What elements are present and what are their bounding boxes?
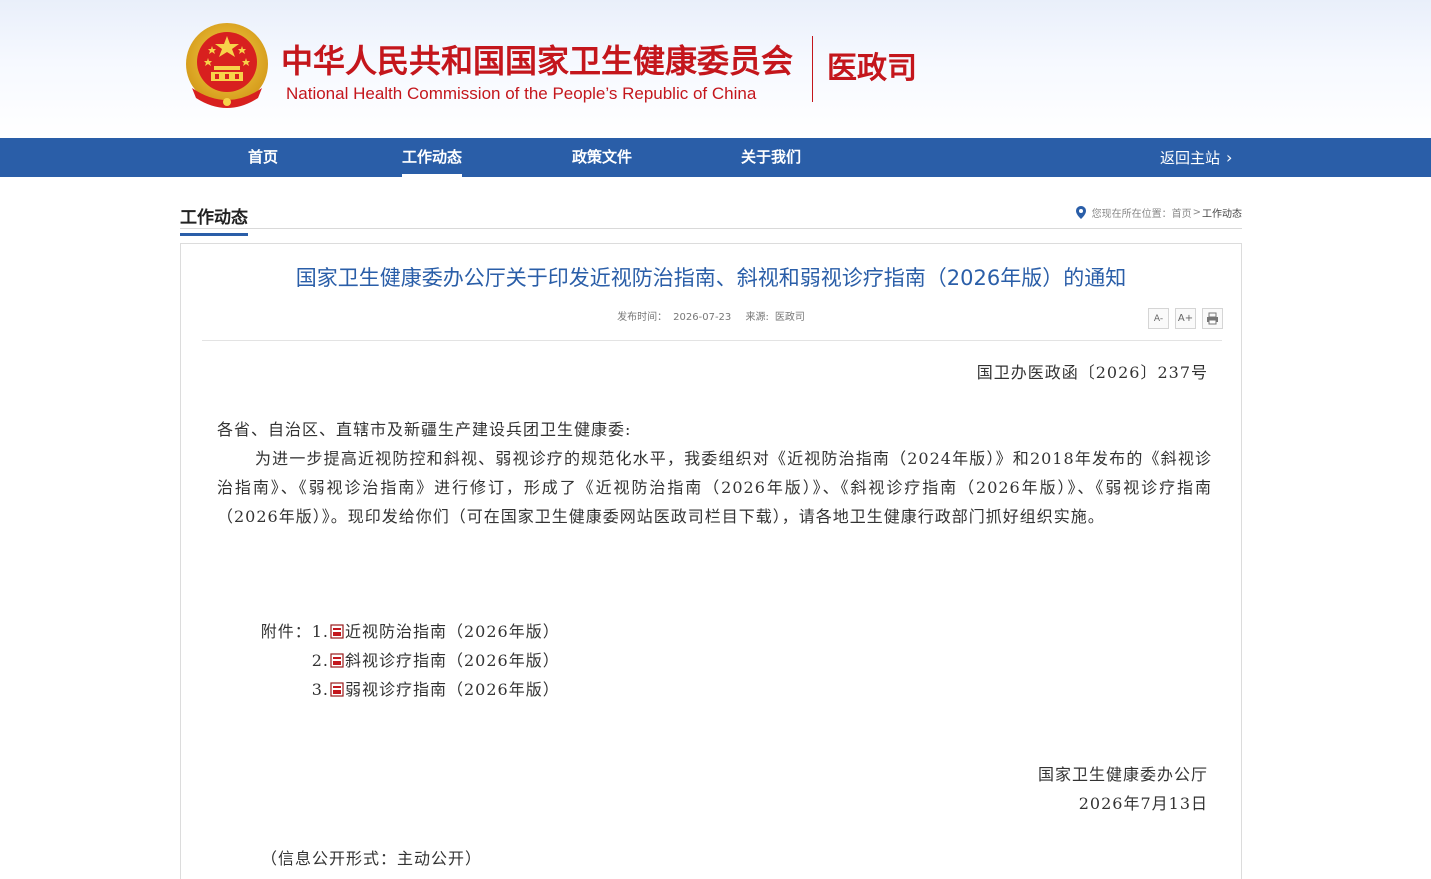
pdf-file-icon	[330, 624, 344, 639]
attachment-number: 2.	[311, 651, 329, 670]
document-number: 国卫办医政函〔2026〕237号	[976, 363, 1208, 382]
attachment-link[interactable]: 斜视诊疗指南（2026年版）	[345, 646, 560, 675]
back-to-main-site-link[interactable]: 返回主站 ›	[1160, 138, 1232, 177]
back-to-main-site-label: 返回主站	[1160, 149, 1221, 167]
attachment-link[interactable]: 弱视诊疗指南（2026年版）	[345, 675, 560, 704]
attachment-link[interactable]: 近视防治指南（2026年版）	[345, 617, 560, 646]
body-paragraph: 为进一步提高近视防控和斜视、弱视诊疗的规范化水平，我委组织对《近视防治指南（20…	[217, 449, 1212, 526]
article-meta: 发布时间： 2026-07-23 来源: 医政司	[181, 308, 1241, 323]
breadcrumb-prefix: 您现在所在位置：	[1091, 209, 1172, 220]
publish-date: 2026-07-23	[673, 312, 732, 323]
signature-date: 2026年7月13日	[1078, 794, 1208, 813]
attachments-list: 附件：1. 近视防治指南（2026年版） 2. 斜视诊疗指南（2026年版） 3…	[255, 617, 560, 704]
breadcrumb: 您现在所在位置： 首页 > 工作动态	[1075, 205, 1242, 220]
article-tools: A- A+	[1148, 308, 1223, 329]
section-title: 工作动态	[180, 203, 248, 236]
pdf-file-icon	[330, 682, 344, 697]
source-label: 来源:	[745, 312, 769, 323]
source-value: 医政司	[774, 312, 805, 323]
nav-item-policy-docs[interactable]: 政策文件	[572, 138, 632, 177]
section-divider	[180, 228, 1242, 229]
attachment-prefix: 3.	[255, 675, 329, 704]
meta-divider	[202, 340, 1222, 341]
disclosure-note: （信息公开形式：主动公开）	[261, 849, 483, 868]
article-title: 国家卫生健康委办公厅关于印发近视防治指南、斜视和弱视诊疗指南（2026年版）的通…	[295, 266, 1127, 290]
department-name: 医政司	[827, 51, 917, 86]
national-emblem-icon[interactable]	[184, 22, 270, 114]
chevron-right-icon: ›	[1226, 148, 1233, 167]
breadcrumb-separator: >	[1192, 207, 1201, 218]
attachment-prefix: 附件：1.	[255, 617, 329, 646]
attachment-item: 附件：1. 近视防治指南（2026年版）	[255, 617, 560, 646]
print-button[interactable]	[1202, 308, 1223, 329]
nav-item-home[interactable]: 首页	[248, 138, 278, 177]
attachment-item: 2. 斜视诊疗指南（2026年版）	[255, 646, 560, 675]
site-title-cn: 中华人民共和国国家卫生健康委员会	[281, 42, 794, 80]
title-divider	[812, 36, 813, 102]
attachment-prefix: 2.	[255, 646, 329, 675]
attachment-item: 3. 弱视诊疗指南（2026年版）	[255, 675, 560, 704]
nav-item-work-news[interactable]: 工作动态	[402, 138, 463, 177]
breadcrumb-current[interactable]: 工作动态	[1202, 205, 1242, 220]
font-smaller-icon: A-	[1153, 313, 1164, 324]
print-icon	[1207, 312, 1218, 325]
article-container: 国家卫生健康委办公厅关于印发近视防治指南、斜视和弱视诊疗指南（2026年版）的通…	[180, 243, 1242, 879]
attachment-number: 3.	[311, 680, 329, 699]
main-nav: 首页 工作动态 政策文件 关于我们 返回主站 ›	[0, 138, 1431, 177]
font-larger-icon: A+	[1177, 313, 1194, 324]
site-header: 中华人民共和国国家卫生健康委员会 National Health Commiss…	[0, 0, 1431, 138]
signature-block: 国家卫生健康委办公厅 2026年7月13日	[1038, 760, 1208, 818]
font-larger-button[interactable]: A+	[1175, 308, 1196, 329]
publish-date-label: 发布时间：	[617, 312, 668, 323]
font-smaller-button[interactable]: A-	[1148, 308, 1169, 329]
attachment-number: 1.	[311, 622, 329, 641]
breadcrumb-home-link[interactable]: 首页	[1172, 205, 1192, 220]
location-pin-icon	[1075, 206, 1086, 219]
pdf-file-icon	[330, 653, 344, 668]
signature-org: 国家卫生健康委办公厅	[1037, 765, 1208, 784]
attachments-label: 附件：	[260, 622, 312, 641]
addressee: 各省、自治区、直辖市及新疆生产建设兵团卫生健康委:	[217, 420, 632, 439]
site-title-en: National Health Commission of the People…	[286, 84, 757, 103]
nav-item-about-us[interactable]: 关于我们	[741, 138, 801, 177]
